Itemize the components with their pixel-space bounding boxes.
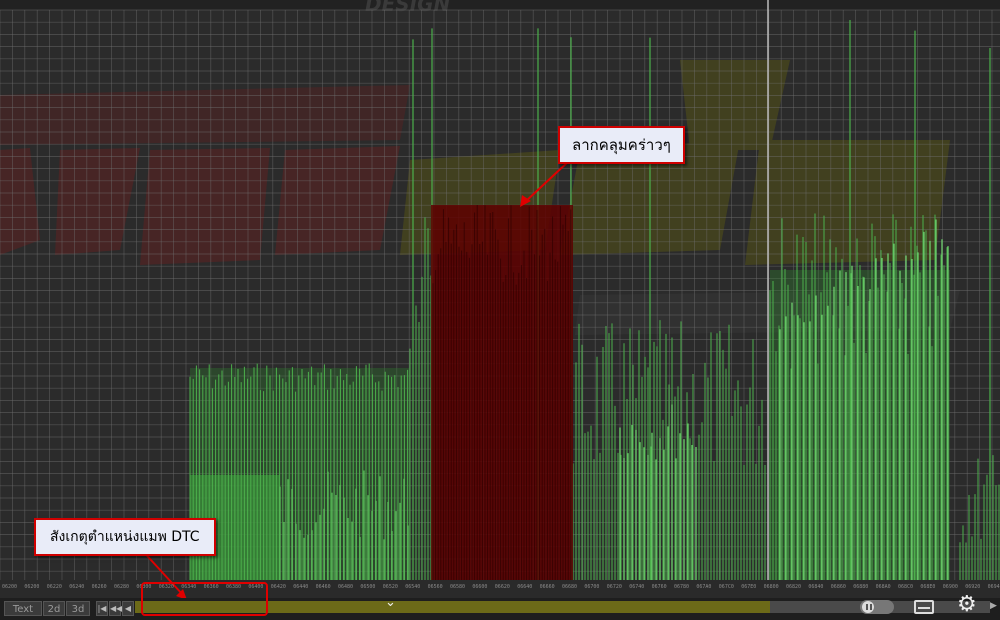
address-tick: 06700 [584,584,600,590]
address-tick: 06660 [539,584,555,590]
address-tick: 067C0 [718,584,734,590]
address-tick: 067A0 [696,584,712,590]
pause-toggle-icon[interactable] [860,600,894,614]
gear-icon[interactable]: ⚙ [957,594,977,616]
address-tick: 06760 [651,584,667,590]
step-back-small-icon[interactable]: ◀ [122,601,134,616]
top-strip [0,0,1000,10]
3d-view-button[interactable]: 3d [66,601,90,616]
address-tick: 06260 [91,584,107,590]
address-tick: 06880 [853,584,869,590]
step-back-icon[interactable]: ◀◀ [109,601,122,616]
watermark-design-text: DESIGN [365,0,451,16]
scroll-right-icon[interactable]: ▶ [990,601,997,611]
address-tick: 06640 [517,584,533,590]
dtc-highlight-box [141,582,268,616]
address-tick: 06200 [24,584,40,590]
address-tick: 06220 [46,584,62,590]
address-tick: 06940 [987,584,1000,590]
2d-view-button[interactable]: 2d [43,601,65,616]
chevron-down-icon[interactable]: ⌄ [385,595,396,610]
address-tick: 06540 [405,584,421,590]
address-tick: 06740 [629,584,645,590]
address-tick: 067E0 [741,584,757,590]
address-tick: 06780 [674,584,690,590]
address-tick: 06600 [472,584,488,590]
selection-region[interactable] [431,205,573,580]
address-tick: 06720 [606,584,622,590]
address-tick: 06900 [942,584,958,590]
observe-dtc-callout: สังเกตุตำแหน่งแมพ DTC [34,518,216,556]
address-tick: 06560 [427,584,443,590]
address-tick: 06440 [293,584,309,590]
address-tick: 06420 [270,584,286,590]
address-tick: 06920 [965,584,981,590]
address-tick: 06680 [562,584,578,590]
address-tick: 06800 [763,584,779,590]
address-tick: 068A0 [875,584,891,590]
drag-select-callout: ลากคลุมคร่าวๆ [558,126,685,164]
address-tick: 06840 [808,584,824,590]
address-tick: 06480 [338,584,354,590]
text-view-button[interactable]: Text [4,601,42,616]
address-tick: 06240 [69,584,85,590]
address-tick: 06820 [786,584,802,590]
captions-icon[interactable] [914,600,934,614]
address-tick: 06280 [114,584,130,590]
address-tick: 06520 [382,584,398,590]
address-tick: 06200 [2,584,18,590]
address-tick: 068C0 [898,584,914,590]
address-tick: 06620 [494,584,510,590]
address-tick: 06460 [315,584,331,590]
address-tick: 06580 [450,584,466,590]
address-tick: 06500 [360,584,376,590]
address-tick: 06860 [830,584,846,590]
address-tick: 068E0 [920,584,936,590]
skip-start-icon[interactable]: |◀ [96,601,108,616]
